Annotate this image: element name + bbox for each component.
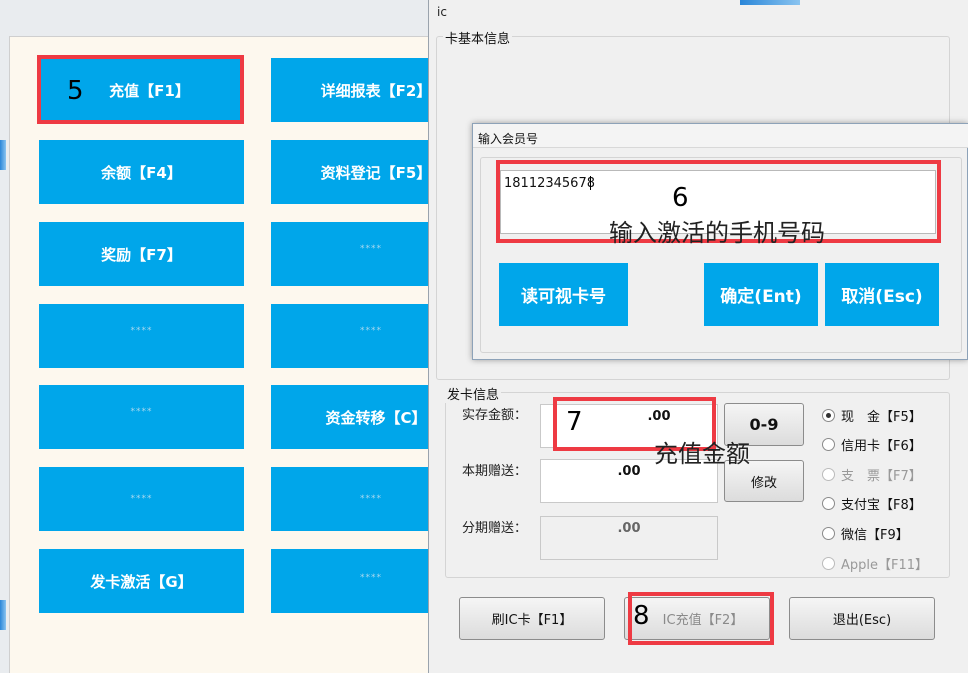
tile-placeholder[interactable]: ****	[271, 467, 441, 531]
tile-card-activation[interactable]: 发卡激活【G】	[39, 549, 244, 613]
tile-reward[interactable]: 奖励【F7】	[39, 222, 244, 286]
tile-placeholder[interactable]: ****	[39, 304, 244, 368]
confirm-button[interactable]: 确定(Ent)	[704, 263, 818, 326]
payment-radio-cash[interactable]: 现 金【F5】	[822, 406, 922, 425]
deposit-label: 实存金额：	[462, 408, 528, 423]
radio-indicator	[822, 497, 835, 510]
payment-radio-alipay[interactable]: 支付宝【F8】	[822, 494, 922, 513]
tile-placeholder[interactable]: ****	[39, 385, 244, 449]
payment-radio-apple: Apple【F11】	[822, 554, 928, 573]
annotation-step-5: 5	[67, 76, 84, 106]
payment-radio-wechat[interactable]: 微信【F9】	[822, 524, 909, 543]
radio-indicator	[822, 438, 835, 451]
title-bar-glow	[740, 0, 800, 5]
payment-radio-check: 支 票【F7】	[822, 465, 922, 484]
card-info-group-label: 卡基本信息	[443, 28, 513, 47]
exit-button[interactable]: 退出(Esc)	[789, 597, 935, 640]
tile-registration[interactable]: 资料登记【F5】	[271, 140, 441, 204]
tile-placeholder[interactable]: ****	[271, 222, 441, 286]
annotation-step-8: 8	[633, 601, 650, 631]
radio-indicator	[822, 527, 835, 540]
bonus-label: 本期赠送：	[462, 464, 528, 479]
radio-indicator	[822, 468, 835, 481]
radio-indicator	[822, 409, 835, 422]
installment-label: 分期赠送：	[462, 521, 528, 536]
tile-detail-report[interactable]: 详细报表【F2】	[271, 58, 441, 122]
annotation-step-7: 7	[566, 407, 583, 437]
tile-fund-transfer[interactable]: 资金转移【C】	[271, 385, 441, 449]
highlight-box	[628, 592, 774, 645]
annotation-recharge-amount: 充值金额	[654, 440, 750, 468]
window-edge	[0, 140, 6, 170]
member-dialog-titlebar	[473, 124, 968, 148]
cancel-button[interactable]: 取消(Esc)	[825, 263, 939, 326]
member-dialog-title: 输入会员号	[478, 132, 539, 146]
annotation-enter-phone: 输入激活的手机号码	[609, 219, 825, 247]
swipe-ic-card-button[interactable]: 刷IC卡【F1】	[459, 597, 605, 640]
read-visible-card-button[interactable]: 读可视卡号	[499, 263, 628, 326]
installment-amount-input: .00	[540, 516, 718, 560]
tile-placeholder[interactable]: ****	[39, 467, 244, 531]
annotation-step-6: 6	[672, 183, 689, 213]
ic-dialog-title: ic	[437, 5, 447, 19]
window-edge	[0, 600, 6, 630]
tile-placeholder[interactable]: ****	[271, 304, 441, 368]
radio-indicator	[822, 557, 835, 570]
tile-placeholder[interactable]: ****	[271, 549, 441, 613]
issue-info-group-label: 发卡信息	[445, 384, 502, 403]
payment-radio-credit-card[interactable]: 信用卡【F6】	[822, 435, 922, 454]
tile-balance[interactable]: 余额【F4】	[39, 140, 244, 204]
